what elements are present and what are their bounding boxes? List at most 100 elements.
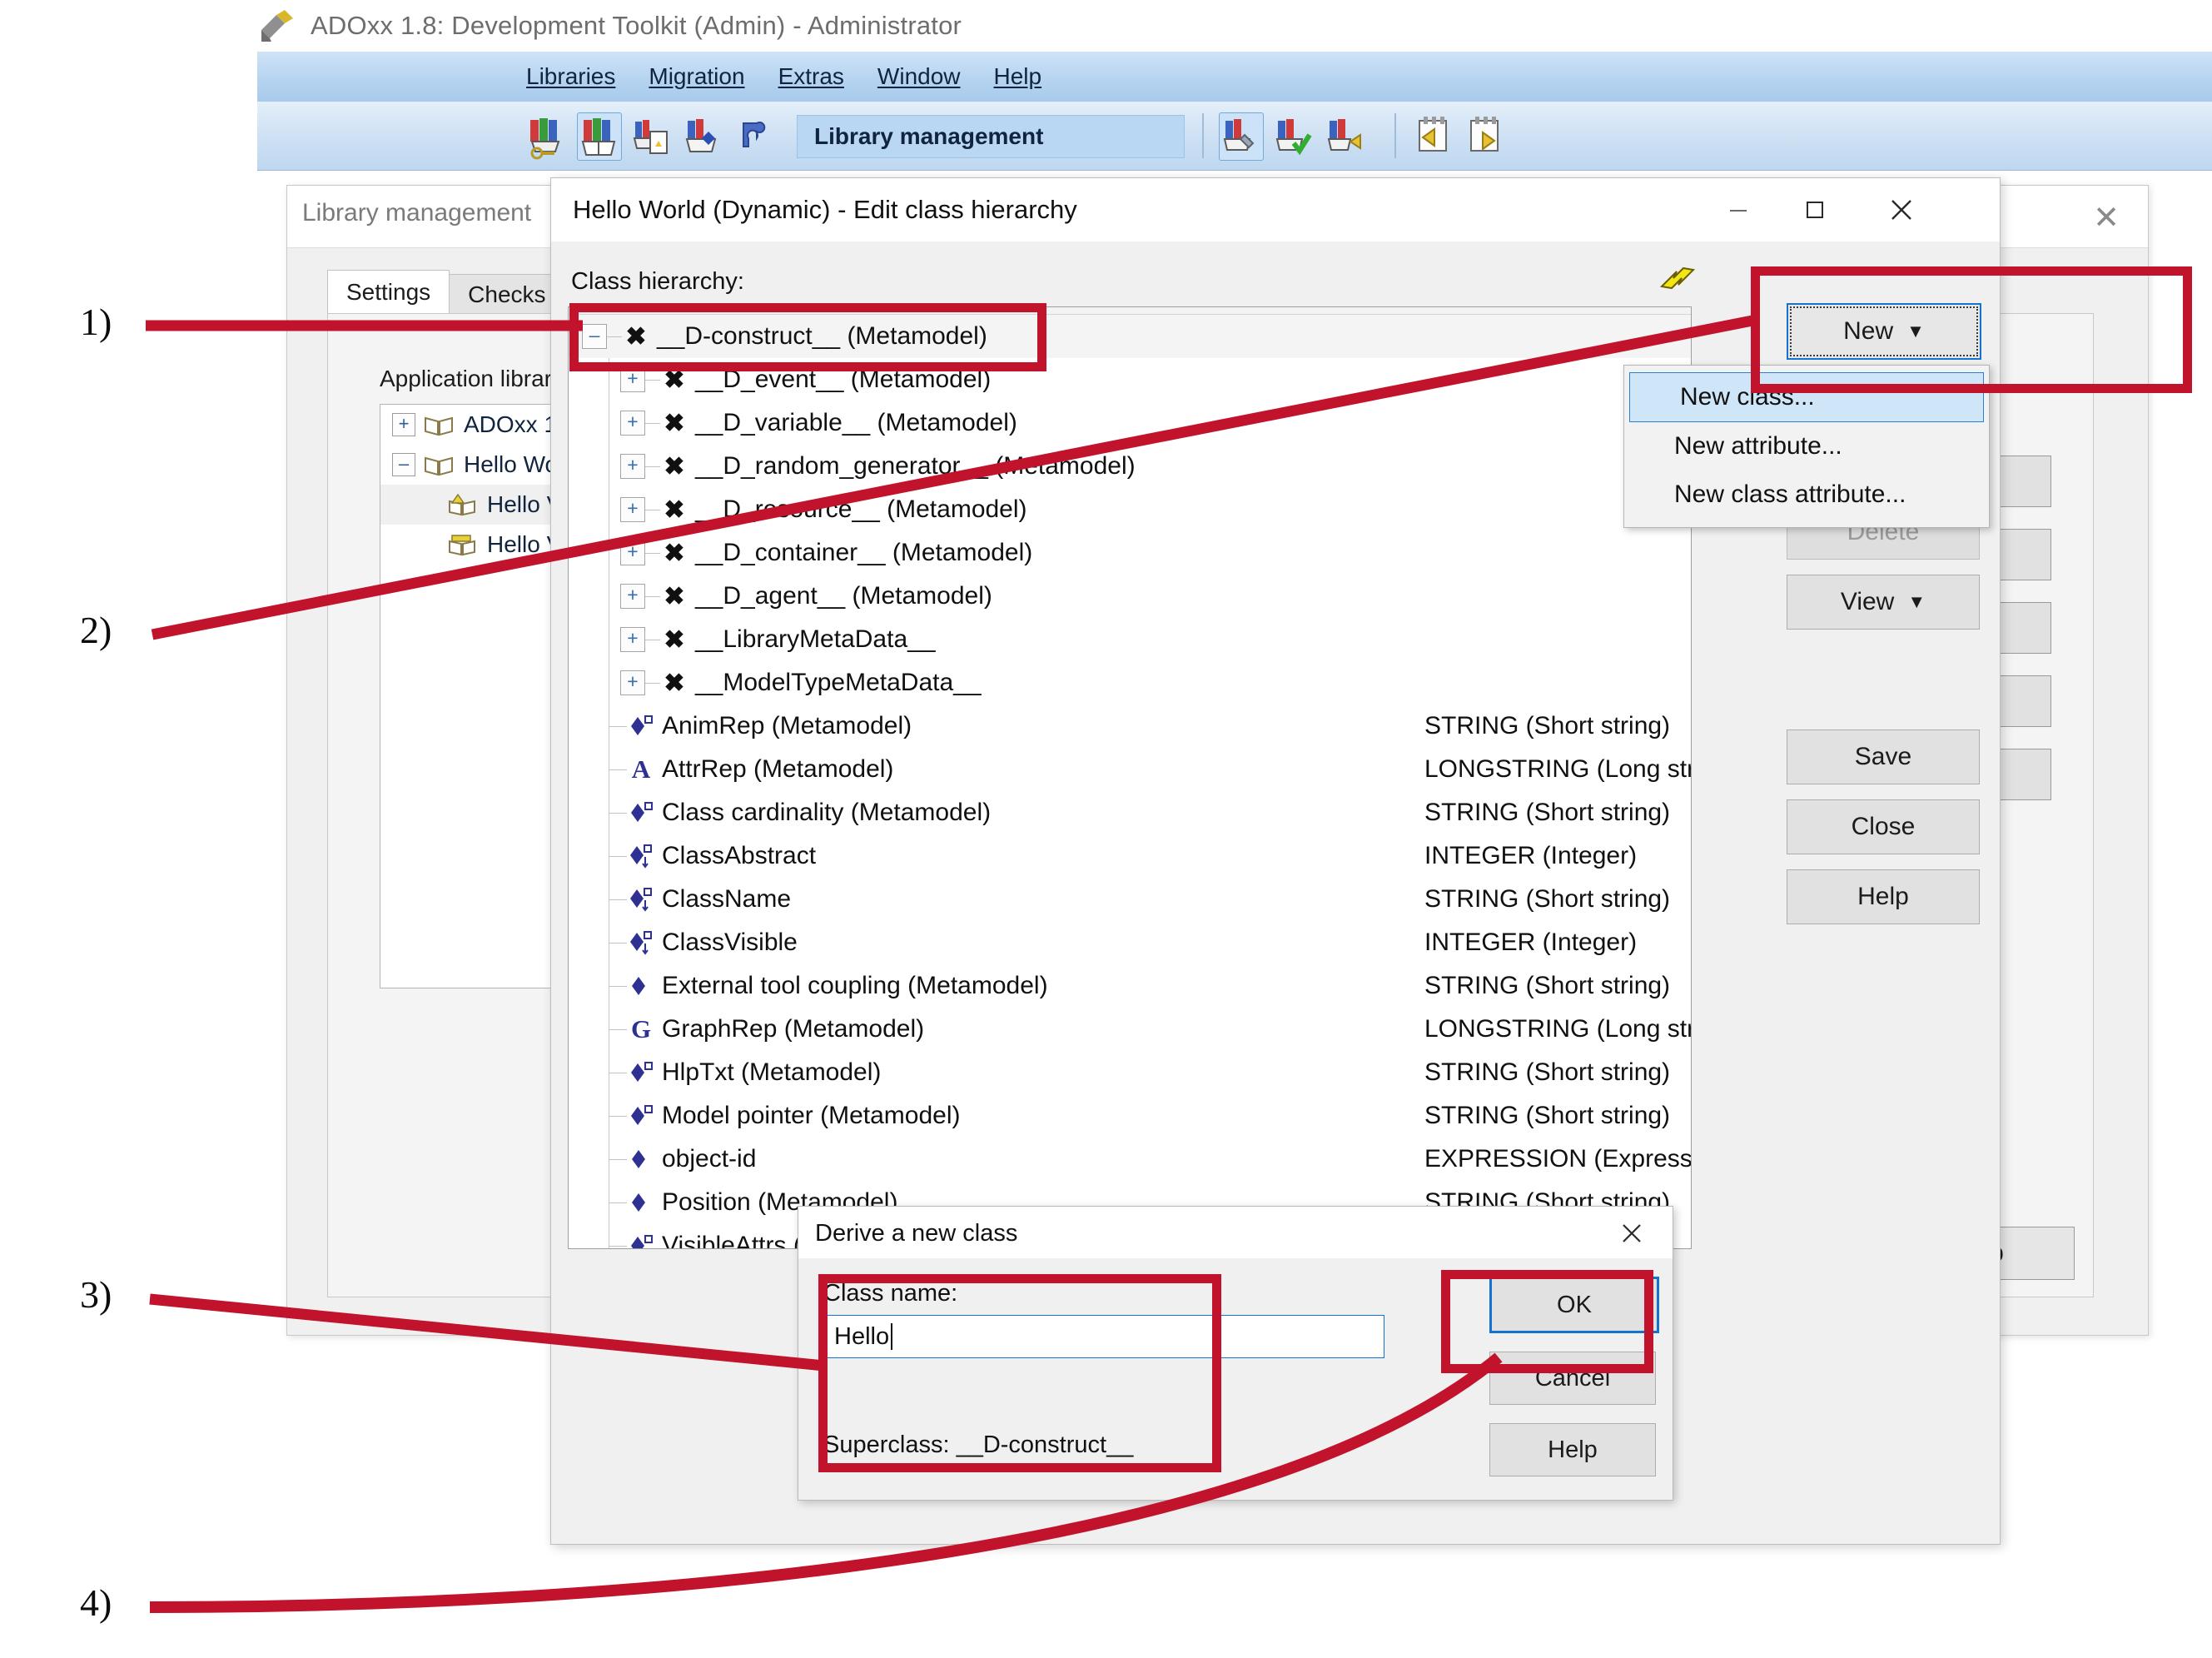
library-copy-icon[interactable] xyxy=(630,113,674,160)
expander-icon[interactable]: + xyxy=(620,540,645,565)
expander-icon[interactable]: + xyxy=(620,584,645,609)
table-row[interactable]: + ✖ __D_container__ (Metamodel) xyxy=(569,531,1691,575)
expander-icon[interactable]: + xyxy=(620,497,645,522)
menu-help[interactable]: Help xyxy=(994,52,1042,102)
table-row[interactable]: + ✖ __D_agent__ (Metamodel) xyxy=(569,575,1691,618)
annotation-label-1: 1) xyxy=(80,301,112,343)
attribute-diamond-icon xyxy=(632,977,645,995)
annotation-box-new-menu xyxy=(1751,266,2192,393)
menu-migration[interactable]: Migration xyxy=(649,52,744,102)
attribute-diamond-icon xyxy=(632,1150,645,1168)
class-hierarchy-label: Class hierarchy: xyxy=(571,268,744,295)
close-button[interactable]: Close xyxy=(1787,799,1980,854)
menu-item-new-class-attribute[interactable]: New class attribute... xyxy=(1624,471,1989,519)
expander-icon[interactable]: + xyxy=(392,413,415,436)
model-icon xyxy=(449,535,475,556)
tree-connector xyxy=(645,682,660,684)
library-stack-icon[interactable] xyxy=(682,113,725,160)
table-row[interactable]: + ✖ __LibraryMetaData__ xyxy=(569,618,1691,661)
expander-icon[interactable]: + xyxy=(620,411,645,436)
close-icon[interactable] xyxy=(1863,178,1940,241)
attribute-diamond-square-icon xyxy=(631,1105,653,1125)
tree-connector xyxy=(609,725,627,727)
view-button[interactable]: View ▼ xyxy=(1787,575,1980,630)
close-icon[interactable]: ✕ xyxy=(2093,202,2120,234)
table-cell-label: __D_random_generator__ (Metamodel) xyxy=(695,452,1136,480)
annotation-box-class-name xyxy=(818,1274,1221,1472)
table-cell-label: ClassVisible xyxy=(662,929,798,956)
menu-window[interactable]: Window xyxy=(877,52,961,102)
tree-connector xyxy=(609,899,627,900)
annotation-box-ok xyxy=(1441,1270,1653,1373)
tab-settings[interactable]: Settings xyxy=(327,270,450,315)
attribute-diamond-square-icon xyxy=(631,802,653,822)
table-row[interactable]: HlpTxt (Metamodel) STRING (Short string) xyxy=(569,1051,1691,1094)
close-icon[interactable] xyxy=(1606,1215,1658,1252)
library-management-field[interactable]: Library management xyxy=(797,115,1185,158)
export-icon[interactable] xyxy=(1464,112,1508,159)
lightning-bolt-icon[interactable] xyxy=(1658,263,1697,293)
dialog-title: Hello World (Dynamic) - Edit class hiera… xyxy=(573,195,1077,224)
minimize-icon[interactable] xyxy=(1700,178,1777,241)
annotation-label-4: 4) xyxy=(80,1581,112,1624)
table-cell-label: HlpTxt (Metamodel) xyxy=(662,1058,882,1086)
expander-icon[interactable]: + xyxy=(620,627,645,652)
table-cell-type: STRING (Short string) xyxy=(1424,799,1671,826)
annotation-label-3: 3) xyxy=(80,1273,112,1316)
help-button[interactable]: Help xyxy=(1787,869,1980,924)
table-row[interactable]: Model pointer (Metamodel) STRING (Short … xyxy=(569,1094,1691,1138)
table-row[interactable]: object-id EXPRESSION (Expression) xyxy=(569,1138,1691,1181)
expander-icon[interactable]: – xyxy=(392,453,415,476)
tree-connector xyxy=(609,1028,627,1030)
menu-extras[interactable]: Extras xyxy=(778,52,844,102)
table-row[interactable]: ClassName STRING (Short string) xyxy=(569,878,1691,921)
tree-connector xyxy=(645,379,660,381)
attribute-diamond-square-icon xyxy=(631,1062,653,1082)
table-row[interactable]: G GraphRep (Metamodel) LONGSTRING (Long … xyxy=(569,1008,1691,1051)
attribute-diamond-arrow-icon xyxy=(630,888,652,912)
table-row[interactable]: + ✖ __D_resource__ (Metamodel) xyxy=(569,488,1691,531)
class-x-icon: ✖ xyxy=(664,495,685,524)
maximize-icon[interactable] xyxy=(1777,178,1853,241)
tree-connector xyxy=(609,812,627,814)
tab-checks[interactable]: Checks xyxy=(449,274,565,315)
table-cell-type: LONGSTRING (Long string) xyxy=(1424,1015,1691,1043)
table-cell-type: INTEGER (Integer) xyxy=(1424,842,1638,869)
table-row[interactable]: External tool coupling (Metamodel) STRIN… xyxy=(569,964,1691,1008)
annotation-label-2: 2) xyxy=(80,609,112,651)
table-row[interactable]: AnimRep (Metamodel) STRING (Short string… xyxy=(569,705,1691,748)
table-row[interactable]: + ✖ __D_variable__ (Metamodel) xyxy=(569,401,1691,445)
table-cell-type: STRING (Short string) xyxy=(1424,885,1671,913)
expander-icon[interactable]: + xyxy=(620,670,645,695)
table-cell-label: __LibraryMetaData__ xyxy=(695,625,936,653)
table-row[interactable]: A AttrRep (Metamodel) LONGSTRING (Long s… xyxy=(569,748,1691,791)
class-hierarchy-tree[interactable]: – ✖ __D-construct__ (Metamodel) + ✖ __D_… xyxy=(568,306,1692,1249)
save-button[interactable]: Save xyxy=(1787,729,1980,784)
tree-connector xyxy=(609,855,627,857)
table-row[interactable]: + ✖ __D_random_generator__ (Metamodel) xyxy=(569,445,1691,488)
derive-help-button[interactable]: Help xyxy=(1489,1423,1656,1476)
class-x-icon: ✖ xyxy=(664,625,685,654)
menu-libraries[interactable]: Libraries xyxy=(526,52,615,102)
menu-item-new-attribute[interactable]: New attribute... xyxy=(1624,422,1989,471)
class-x-icon: ✖ xyxy=(664,452,685,480)
table-row[interactable]: ClassVisible INTEGER (Integer) xyxy=(569,921,1691,964)
table-row[interactable]: + ✖ __ModelTypeMetaData__ xyxy=(569,661,1691,705)
import-icon[interactable] xyxy=(1413,112,1456,159)
chevron-down-icon: ▼ xyxy=(1907,591,1926,612)
table-row[interactable]: ClassAbstract INTEGER (Integer) xyxy=(569,834,1691,878)
expander-icon[interactable]: + xyxy=(620,454,645,479)
library-export-icon[interactable] xyxy=(1324,113,1367,160)
table-cell-label: ClassName xyxy=(662,885,792,913)
users-key-icon[interactable] xyxy=(525,113,569,160)
attribute-diamond-square-icon xyxy=(631,715,653,735)
library-wrench-icon[interactable] xyxy=(1219,112,1264,161)
library-check-icon[interactable] xyxy=(1272,113,1315,160)
toolbar: Library management xyxy=(257,102,2212,171)
table-row[interactable]: Class cardinality (Metamodel) STRING (Sh… xyxy=(569,791,1691,834)
tree-connector xyxy=(609,1115,627,1117)
class-x-icon: ✖ xyxy=(664,582,685,610)
library-books-icon[interactable] xyxy=(577,112,622,161)
derive-dialog-title: Derive a new class xyxy=(815,1220,1018,1247)
plugin-icon[interactable] xyxy=(733,113,777,160)
